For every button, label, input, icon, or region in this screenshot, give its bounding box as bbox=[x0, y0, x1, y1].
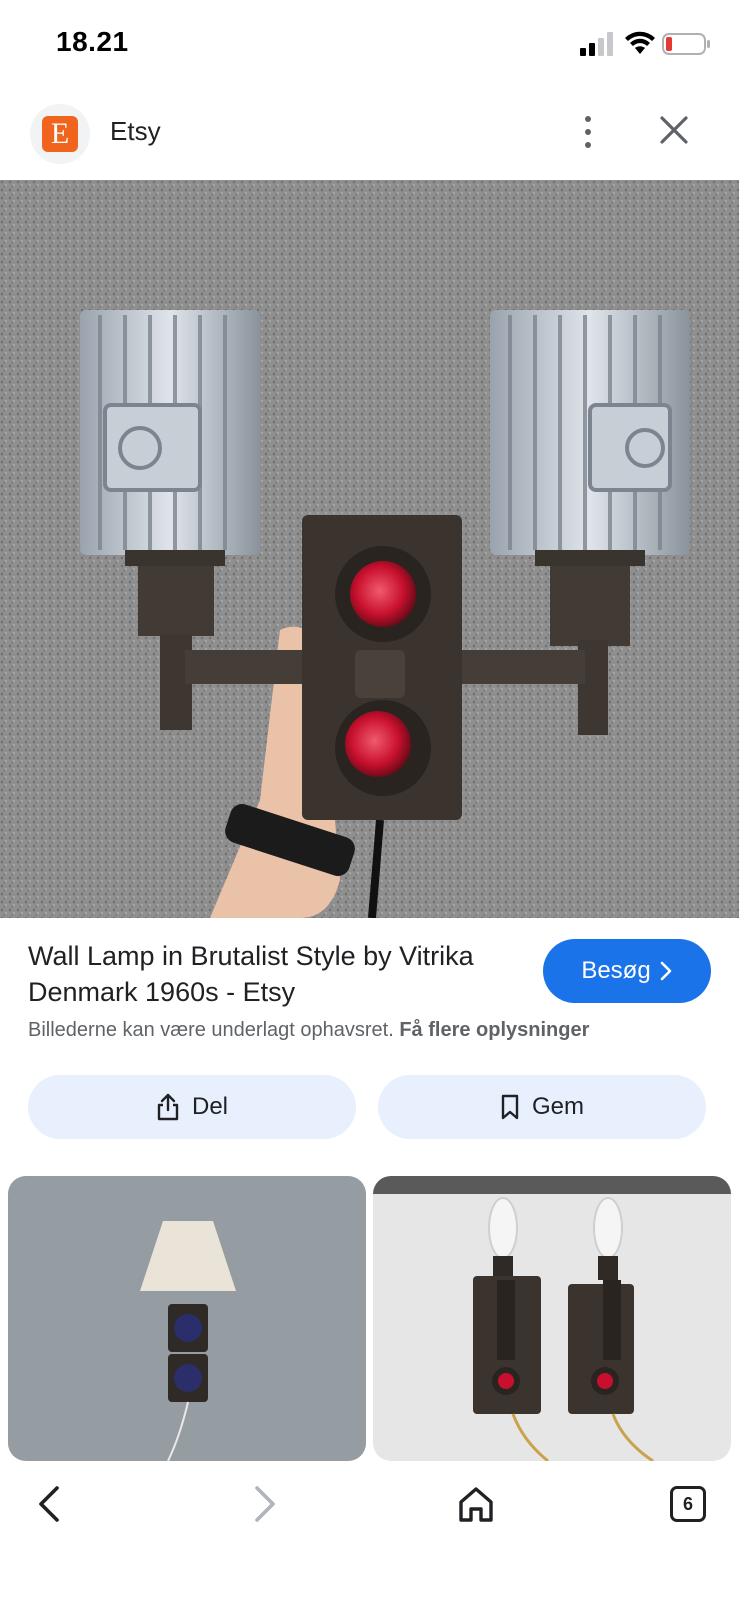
etsy-logo-icon: E bbox=[42, 116, 78, 152]
status-time: 18.21 bbox=[56, 26, 129, 57]
home-button[interactable] bbox=[448, 1476, 504, 1532]
pair-of-lamps-photo bbox=[373, 1176, 731, 1461]
home-icon bbox=[459, 1487, 493, 1522]
save-label: Gem bbox=[531, 1093, 584, 1120]
share-label: Del bbox=[191, 1093, 228, 1120]
tabs-button[interactable]: 6 bbox=[660, 1476, 716, 1532]
back-button[interactable] bbox=[22, 1476, 78, 1532]
main-image[interactable] bbox=[0, 180, 739, 918]
more-vert-icon[interactable] bbox=[572, 112, 604, 152]
visit-button[interactable]: Besøg bbox=[543, 939, 711, 1003]
visit-label: Besøg bbox=[581, 957, 651, 984]
tab-count: 6 bbox=[682, 1493, 693, 1514]
result-title[interactable]: Wall Lamp in Brutalist Style by Vitrika … bbox=[28, 938, 528, 1010]
site-name[interactable]: Etsy bbox=[110, 116, 161, 147]
signal-icon bbox=[580, 32, 613, 56]
back-icon bbox=[39, 1486, 59, 1522]
site-favicon[interactable]: E bbox=[30, 104, 90, 164]
bottom-nav: 6 bbox=[0, 1462, 739, 1600]
lamp-with-shade-photo bbox=[8, 1176, 366, 1461]
share-icon bbox=[157, 1093, 179, 1121]
bookmark-icon bbox=[501, 1094, 519, 1120]
save-button[interactable]: Gem bbox=[378, 1075, 706, 1139]
related-image[interactable] bbox=[8, 1176, 366, 1461]
share-button[interactable]: Del bbox=[28, 1075, 356, 1139]
copyright-text: Billederne kan være underlagt ophavsret. bbox=[28, 1019, 394, 1041]
more-info-link[interactable]: Få flere oplysninger bbox=[399, 1019, 589, 1041]
lamp-photo bbox=[0, 180, 739, 918]
chevron-right-icon bbox=[660, 961, 671, 981]
copyright-notice: Billederne kan være underlagt ophavsret.… bbox=[28, 1019, 589, 1042]
battery-icon bbox=[662, 33, 710, 55]
source-header: E Etsy bbox=[0, 96, 739, 176]
close-icon[interactable] bbox=[656, 112, 692, 148]
forward-icon bbox=[255, 1486, 275, 1522]
tabs-icon: 6 bbox=[670, 1486, 706, 1522]
status-bar: 18.21 bbox=[0, 0, 739, 92]
forward-button[interactable] bbox=[236, 1476, 292, 1532]
wifi-icon bbox=[625, 31, 655, 54]
related-image[interactable] bbox=[373, 1176, 731, 1461]
